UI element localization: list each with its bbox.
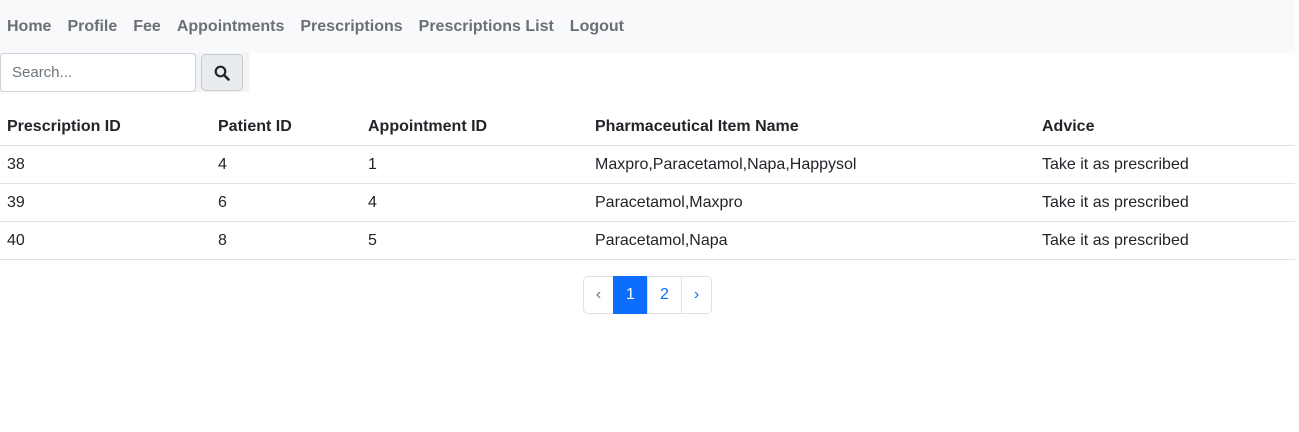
pagination: ‹ 1 2 › <box>583 276 712 314</box>
nav-prescriptions-list-link[interactable]: Prescriptions List <box>419 18 554 36</box>
cell-advice: Take it as prescribed <box>1042 193 1189 211</box>
nav-profile-link[interactable]: Profile <box>67 18 117 36</box>
cell-pharmaceutical-item-name: Paracetamol,Napa <box>595 231 728 249</box>
header-prescription-id: Prescription ID <box>7 117 121 135</box>
cell-pharmaceutical-item-name: Maxpro,Paracetamol,Napa,Happysol <box>595 155 857 173</box>
header-pharmaceutical-item-name: Pharmaceutical Item Name <box>595 117 799 135</box>
table-row: 38 4 1 Maxpro,Paracetamol,Napa,Happysol … <box>0 146 1295 184</box>
nav-fee-link[interactable]: Fee <box>133 18 161 36</box>
pagination-prev-button[interactable]: ‹ <box>583 276 614 314</box>
search-icon <box>214 65 230 81</box>
cell-advice: Take it as prescribed <box>1042 231 1189 249</box>
nav-logout-link[interactable]: Logout <box>570 18 624 36</box>
cell-appointment-id: 5 <box>368 231 377 249</box>
cell-prescription-id: 40 <box>7 231 25 249</box>
nav-home-link[interactable]: Home <box>7 18 51 36</box>
search-form <box>0 53 249 92</box>
header-advice: Advice <box>1042 117 1095 135</box>
pagination-next-button[interactable]: › <box>681 276 712 314</box>
header-patient-id: Patient ID <box>218 117 292 135</box>
prescriptions-table: Prescription ID Patient ID Appointment I… <box>0 108 1295 260</box>
table-header-row: Prescription ID Patient ID Appointment I… <box>0 108 1295 146</box>
table-row: 39 6 4 Paracetamol,Maxpro Take it as pre… <box>0 184 1295 222</box>
pagination-page-1[interactable]: 1 <box>613 276 648 314</box>
cell-prescription-id: 38 <box>7 155 25 173</box>
cell-appointment-id: 1 <box>368 155 377 173</box>
cell-advice: Take it as prescribed <box>1042 155 1189 173</box>
cell-prescription-id: 39 <box>7 193 25 211</box>
nav-appointments-link[interactable]: Appointments <box>177 18 285 36</box>
search-button[interactable] <box>201 54 243 91</box>
cell-pharmaceutical-item-name: Paracetamol,Maxpro <box>595 193 743 211</box>
search-input[interactable] <box>0 53 196 92</box>
cell-patient-id: 6 <box>218 193 227 211</box>
table-row: 40 8 5 Paracetamol,Napa Take it as presc… <box>0 222 1295 260</box>
header-appointment-id: Appointment ID <box>368 117 488 135</box>
cell-patient-id: 4 <box>218 155 227 173</box>
pagination-page-2[interactable]: 2 <box>647 276 682 314</box>
cell-appointment-id: 4 <box>368 193 377 211</box>
nav-prescriptions-link[interactable]: Prescriptions <box>300 18 402 36</box>
top-navbar: Home Profile Fee Appointments Prescripti… <box>0 0 1295 53</box>
cell-patient-id: 8 <box>218 231 227 249</box>
